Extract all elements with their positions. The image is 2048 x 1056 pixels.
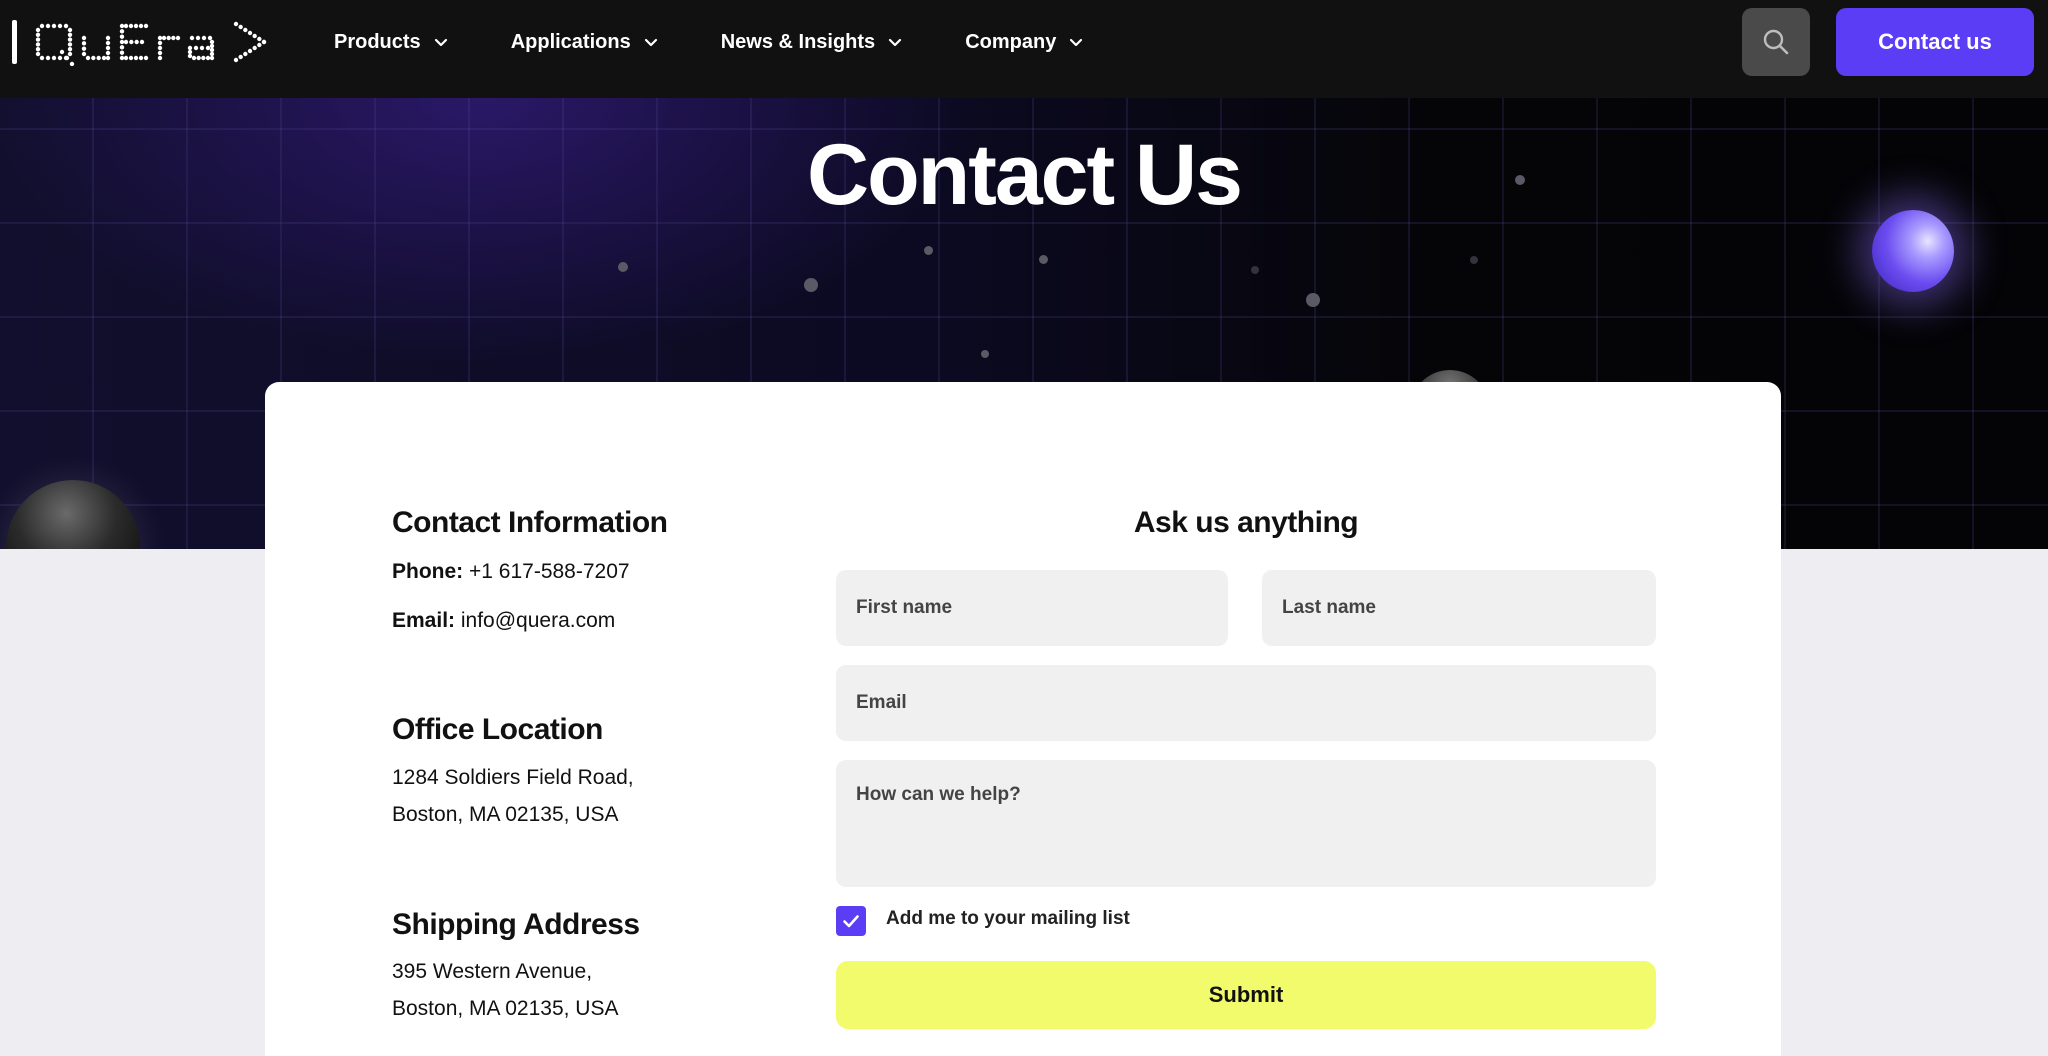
top-nav: Products Applications News & Insights Co…	[0, 0, 2048, 98]
chevron-down-icon	[1070, 38, 1083, 47]
decorative-dot	[1039, 255, 1048, 264]
chevron-down-icon	[644, 38, 657, 47]
nav-item-label: Applications	[510, 30, 631, 53]
nav-item-products[interactable]: Products	[334, 31, 449, 54]
message-textarea[interactable]	[836, 760, 1656, 887]
shipping-address-line1: 395 Western Avenue,	[392, 960, 593, 983]
mailing-list-label[interactable]: Add me to your mailing list	[886, 908, 1130, 930]
nav-item-label: Products	[334, 30, 421, 53]
email-line: Email: info@quera.com	[392, 609, 615, 633]
search-icon	[1763, 29, 1789, 55]
mailing-list-checkbox[interactable]	[836, 906, 866, 936]
decorative-dot	[1306, 293, 1320, 307]
nav-item-news-insights[interactable]: News & Insights	[721, 31, 903, 54]
email-label: Email:	[392, 609, 456, 632]
nav-item-applications[interactable]: Applications	[511, 31, 659, 54]
decorative-dot	[804, 278, 818, 292]
checkmark-icon	[843, 915, 859, 928]
nav-item-company[interactable]: Company	[965, 31, 1084, 54]
nav-menu: Products Applications News & Insights Co…	[334, 0, 1084, 84]
quera-logo[interactable]	[12, 18, 268, 66]
shipping-address-heading: Shipping Address	[392, 908, 640, 941]
decorative-dot	[924, 246, 933, 255]
chevron-down-icon	[889, 38, 902, 47]
decorative-dot	[618, 262, 628, 272]
phone-label: Phone:	[392, 560, 464, 583]
chevron-down-icon	[434, 38, 447, 47]
office-location-heading: Office Location	[392, 713, 603, 746]
nav-item-label: Company	[965, 30, 1057, 53]
search-button[interactable]	[1742, 8, 1810, 76]
page-title: Contact Us	[807, 127, 1243, 223]
decorative-dot	[981, 350, 989, 358]
office-address-line1: 1284 Soldiers Field Road,	[392, 766, 634, 789]
phone-value[interactable]: +1 617-588-7207	[469, 560, 630, 583]
decorative-dot	[1470, 256, 1478, 264]
decorative-dot	[1251, 266, 1259, 274]
email-input[interactable]	[836, 665, 1656, 741]
email-value[interactable]: info@quera.com	[461, 609, 615, 632]
submit-button[interactable]: Submit	[836, 961, 1656, 1029]
office-address-line2: Boston, MA 02135, USA	[392, 803, 619, 826]
contact-us-button[interactable]: Contact us	[1836, 8, 2034, 76]
nav-item-label: News & Insights	[720, 30, 876, 53]
contact-info-heading: Contact Information	[392, 506, 668, 539]
shipping-address-line2: Boston, MA 02135, USA	[392, 997, 619, 1020]
last-name-input[interactable]	[1262, 570, 1656, 646]
form-title: Ask us anything	[1133, 506, 1359, 539]
first-name-input[interactable]	[836, 570, 1228, 646]
contact-card: Contact Information Phone: +1 617-588-72…	[265, 382, 1781, 1056]
phone-line: Phone: +1 617-588-7207	[392, 560, 630, 584]
